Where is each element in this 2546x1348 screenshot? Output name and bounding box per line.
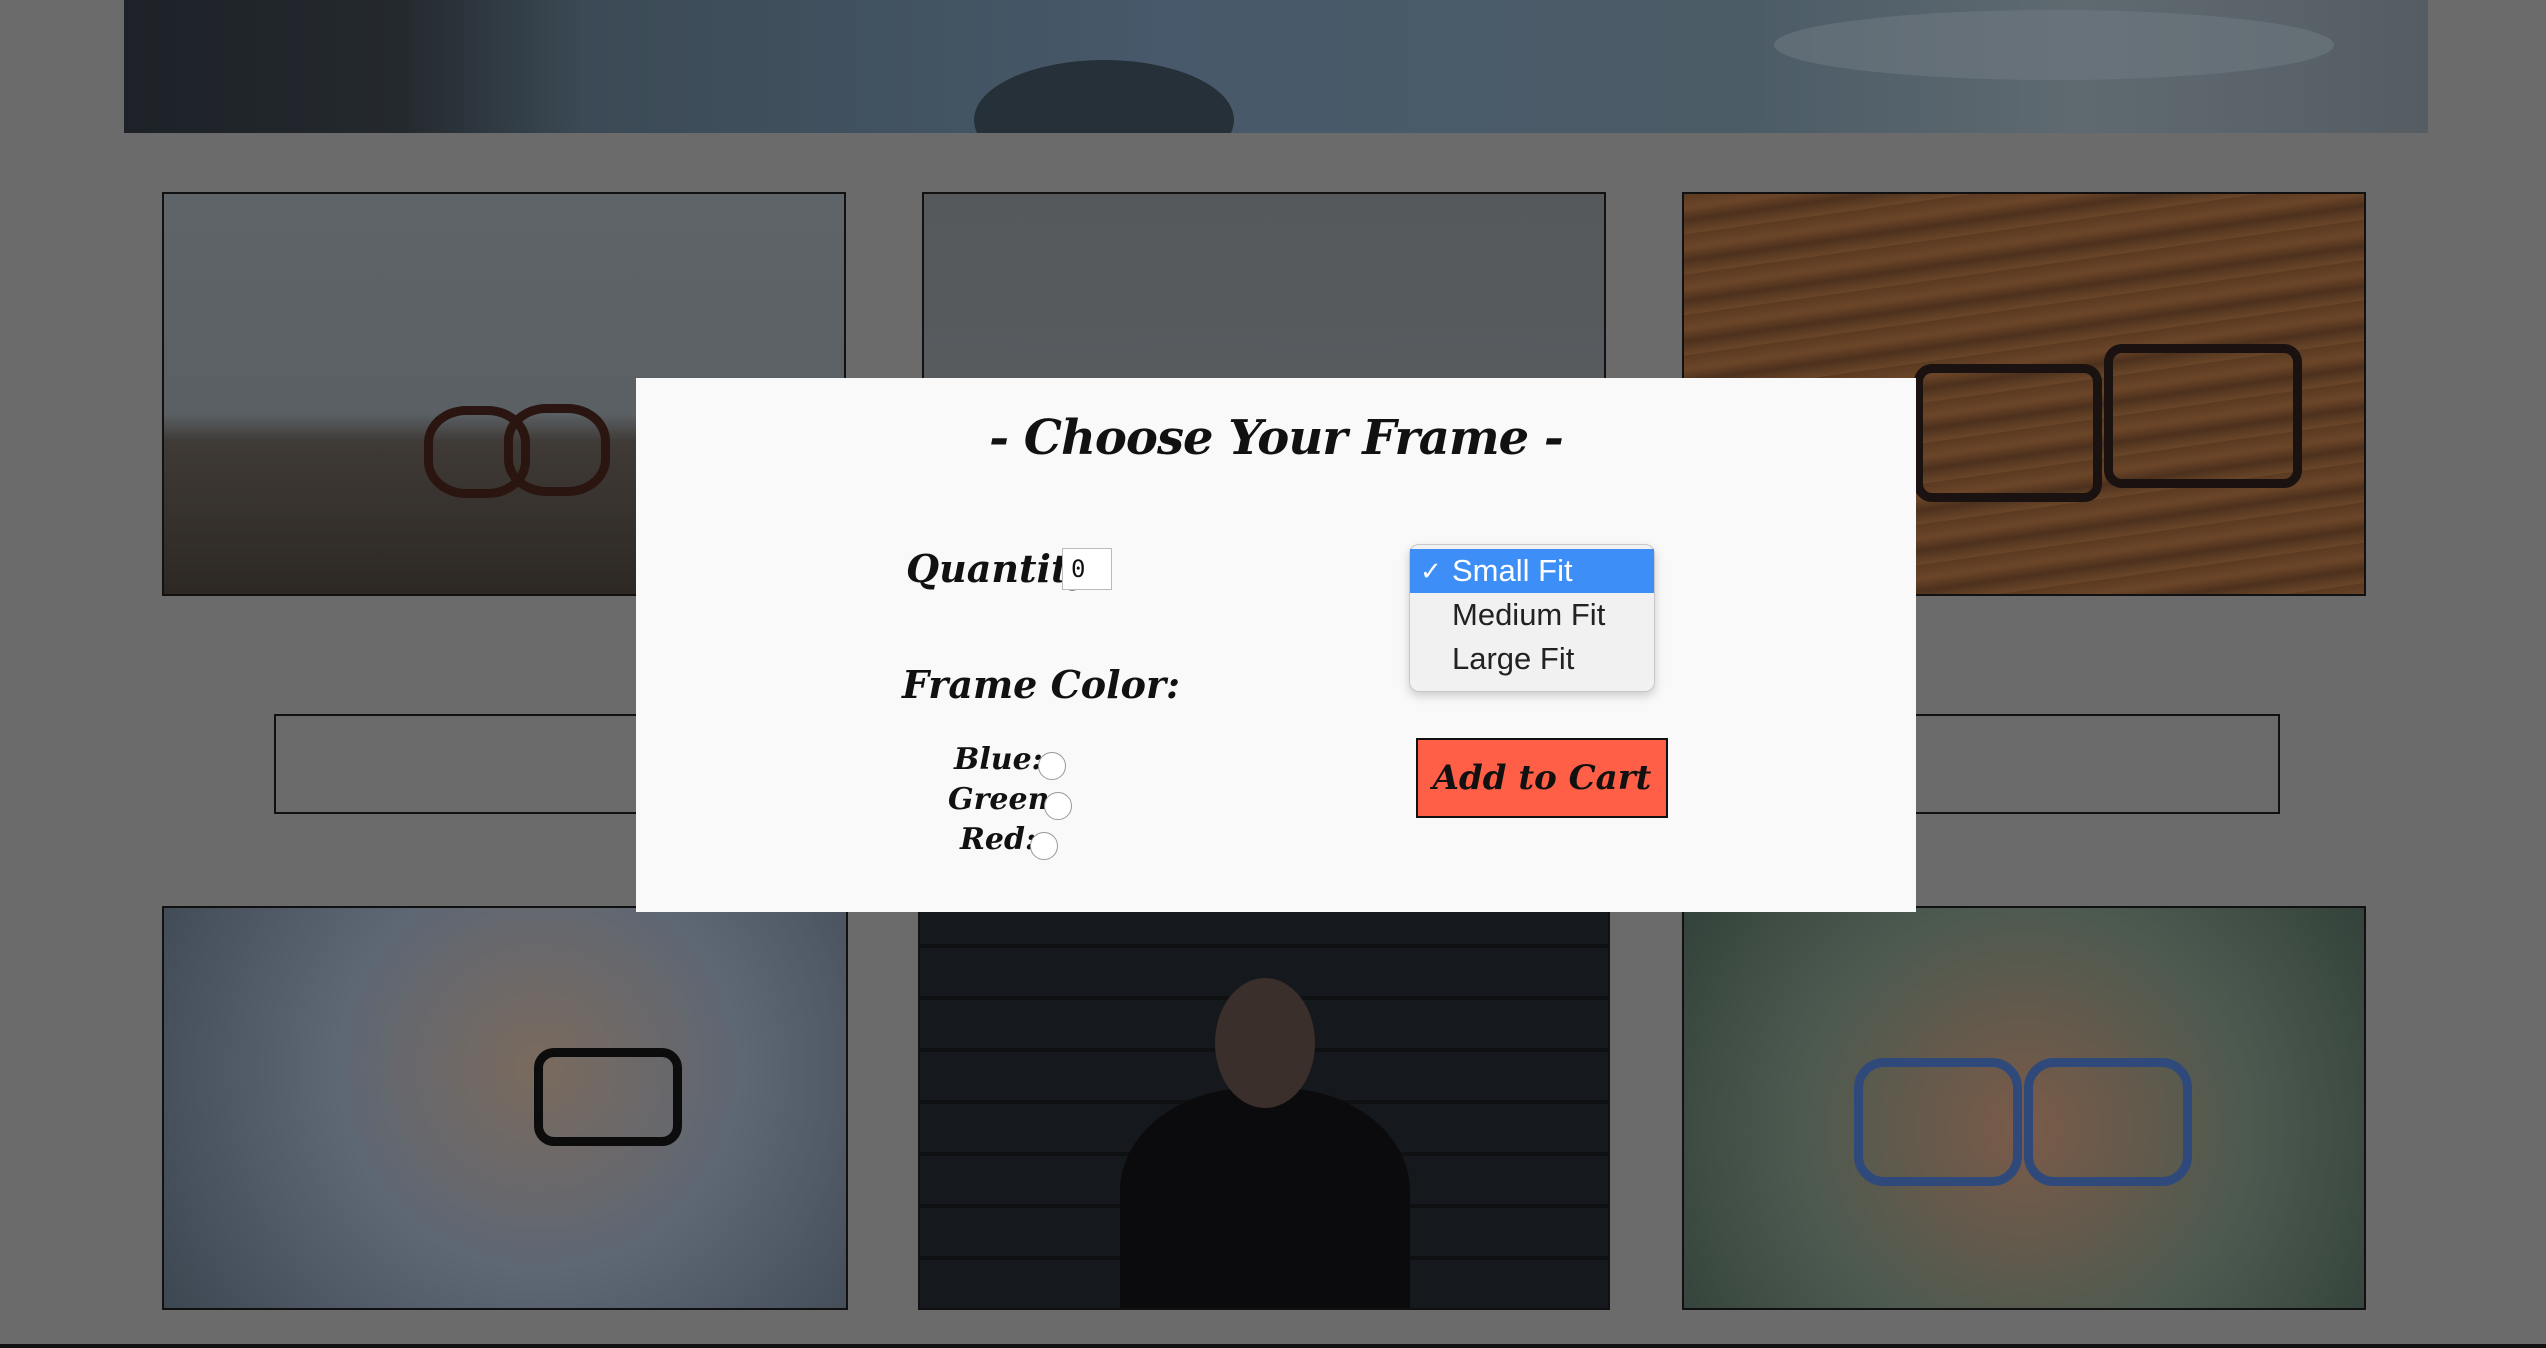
hero-shape (1774, 10, 2334, 80)
glasses-shape (534, 1048, 682, 1146)
fit-option-label: Large Fit (1452, 641, 1575, 676)
product-card-man-with-kitten[interactable] (162, 906, 848, 1310)
glasses-shape (2104, 344, 2302, 488)
choose-frame-modal: - Choose Your Frame - Quantity: 0 Frame … (636, 378, 1916, 912)
product-card-kid-with-flag-glasses[interactable] (1682, 906, 2366, 1310)
color-label-green: Green: (948, 782, 1061, 817)
fit-option-label: Medium Fit (1452, 597, 1606, 632)
person-head-shape (1215, 978, 1315, 1108)
frame-color-label: Frame Color: (902, 662, 1180, 707)
modal-title: - Choose Your Frame - (989, 410, 1564, 466)
color-label-red: Red: (960, 822, 1037, 857)
checkmark-icon: ✓ (1420, 556, 1442, 586)
color-radio-green[interactable] (1044, 792, 1072, 820)
hero-shape (974, 60, 1234, 133)
product-card-man-thinking[interactable] (918, 906, 1610, 1310)
fit-option-small[interactable]: ✓ Small Fit (1410, 549, 1654, 593)
fit-option-label: Small Fit (1452, 553, 1573, 588)
add-to-cart-button[interactable]: Add to Cart (1416, 738, 1668, 818)
footer-line (0, 1344, 2546, 1348)
fit-select-dropdown[interactable]: ✓ Small Fit Medium Fit Large Fit (1409, 544, 1655, 692)
hero-banner-image (124, 0, 2428, 133)
person-shape (1120, 1088, 1410, 1308)
color-label-blue: Blue: (954, 742, 1043, 777)
fit-option-medium[interactable]: Medium Fit (1410, 593, 1654, 637)
glasses-shape (1854, 1058, 2022, 1186)
glasses-shape (2024, 1058, 2192, 1186)
fit-option-large[interactable]: Large Fit (1410, 637, 1654, 681)
glasses-shape (504, 404, 610, 496)
glasses-shape (1914, 364, 2102, 502)
color-radio-red[interactable] (1030, 832, 1058, 860)
color-radio-blue[interactable] (1038, 752, 1066, 780)
quantity-input[interactable]: 0 (1062, 548, 1112, 590)
